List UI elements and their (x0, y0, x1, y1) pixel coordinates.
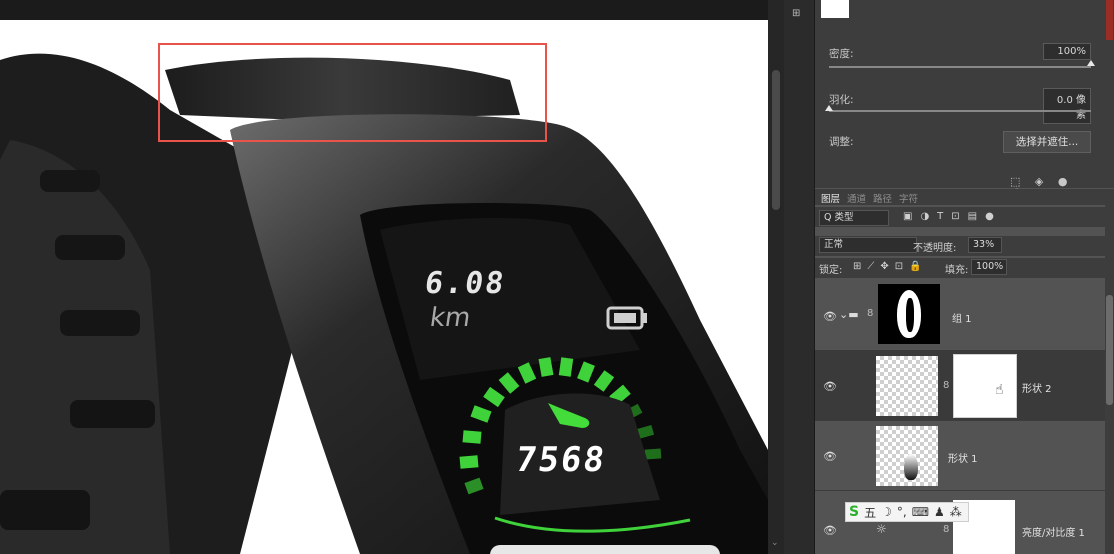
tab-character[interactable]: 字符 (899, 191, 918, 205)
eye-icon[interactable]: 👁 (823, 310, 837, 323)
apply-mask-icon[interactable]: ◈ (1035, 175, 1043, 188)
link-icon: 8 (943, 524, 950, 535)
properties-scrollbar[interactable] (1105, 0, 1114, 188)
screen-steps: 7568 (513, 440, 609, 480)
layers-scrollbar[interactable] (1105, 205, 1114, 554)
eye-icon[interactable]: 👁 (823, 450, 837, 463)
folder-icon[interactable]: ⌄▬ (839, 308, 859, 321)
feather-value[interactable]: 0.0 像素 (1043, 88, 1091, 124)
punctuation-icon[interactable]: °, (897, 505, 907, 519)
select-and-mask-button[interactable]: 选择并遮住... (1003, 131, 1091, 153)
lock-label: 锁定: (819, 265, 843, 276)
user-icon[interactable]: ♟ (934, 505, 945, 519)
density-slider[interactable] (829, 66, 1091, 68)
layer-row-shape-2[interactable]: 👁 8 ☝ 形状 2 (815, 350, 1105, 421)
history-icon[interactable]: ⊞ (792, 8, 806, 22)
layers-tabs: 图层 通道 路径 字符 (815, 189, 1114, 205)
layer-thumbnail (876, 426, 938, 486)
layer-row-brightness-contrast[interactable]: 👁 ☼ 8 亮度/对比度 1 (815, 490, 1105, 554)
opacity-value[interactable]: 33% (968, 237, 1002, 253)
scroll-down-arrow[interactable]: ⌄ (771, 538, 779, 548)
canvas-scrollbar[interactable]: ⌄ (768, 0, 784, 554)
mask-thumbnail (821, 0, 849, 18)
layer-name[interactable]: 形状 2 (1022, 380, 1052, 395)
fill-label: 填充: (945, 265, 969, 276)
keyboard-icon[interactable]: ⌨ (912, 505, 929, 519)
layers-scroll-thumb[interactable] (1106, 295, 1113, 405)
selection-highlight (158, 43, 547, 142)
right-panel: 密度: 100% 羽化: 0.0 像素 调整: 选择并遮住... ⬚ ◈ ● 🗑… (815, 0, 1114, 554)
layer-row-group[interactable]: 👁 ⌄▬ 8 组 1 (815, 280, 1105, 351)
tab-channels[interactable]: 通道 (847, 191, 866, 205)
layer-thumbnail (876, 356, 938, 416)
layer-name[interactable]: 组 1 (952, 310, 972, 325)
layer-name[interactable]: 形状 1 (948, 450, 978, 465)
properties-scroll-thumb[interactable] (1106, 0, 1113, 40)
density-value[interactable]: 100% (1043, 43, 1091, 60)
layer-row-shape-1[interactable]: 👁 形状 1 (815, 420, 1105, 491)
density-label: 密度: (829, 48, 854, 60)
layer-mask-thumbnail (953, 354, 1017, 418)
ime-logo[interactable]: S (849, 504, 859, 520)
screen-unit: km (427, 303, 473, 333)
blend-opacity-row: 正常 不透明度: 33% (815, 236, 1105, 256)
fill-value[interactable]: 100% (971, 259, 1007, 275)
canvas-top-bar (0, 0, 768, 20)
ime-mode[interactable]: 五 (864, 504, 876, 521)
opacity-label: 不透明度: (913, 243, 957, 254)
panel-dock-strip: ⊞ (784, 0, 815, 554)
density-slider-knob[interactable] (1087, 60, 1095, 66)
eye-icon[interactable]: 👁 (823, 380, 837, 393)
blend-mode-select[interactable]: 正常 (819, 237, 917, 253)
tab-layers[interactable]: 图层 (821, 191, 840, 205)
sun-icon: ☼ (876, 522, 887, 536)
load-selection-icon[interactable]: ⬚ (1010, 175, 1020, 188)
filter-kind-select[interactable]: Q 类型 (819, 210, 889, 226)
group-mask-thumbnail (878, 284, 940, 344)
tab-paths[interactable]: 路径 (873, 191, 892, 205)
lock-fill-row: 锁定: ⊞⟋✥⊡🔒 填充: 100% (815, 258, 1105, 278)
adjust-label: 调整: (829, 136, 854, 148)
canvas-scroll-thumb[interactable] (772, 70, 780, 210)
visibility-icon[interactable]: ● (1058, 175, 1068, 188)
layer-filter-row: Q 类型 ▣◑T⊡▤● (815, 207, 1105, 227)
filter-icons[interactable]: ▣◑T⊡▤● (903, 211, 1002, 222)
eye-icon[interactable]: 👁 (823, 524, 837, 537)
properties-panel: 密度: 100% 羽化: 0.0 像素 调整: 选择并遮住... ⬚ ◈ ● 🗑 (815, 0, 1105, 201)
document-canvas[interactable]: 6.08 km 7568 (0, 0, 768, 554)
link-icon: 8 (867, 308, 874, 319)
ime-toolbar[interactable]: S 五 ☽ °, ⌨ ♟ ⁂ (845, 502, 969, 522)
feather-slider[interactable] (829, 110, 1091, 112)
layer-name[interactable]: 亮度/对比度 1 (1022, 524, 1085, 539)
screen-distance: 6.08 (422, 266, 508, 301)
lock-icons[interactable]: ⊞⟋✥⊡🔒 (853, 261, 928, 272)
grid-icon[interactable]: ⁂ (950, 505, 962, 519)
hand-cursor-icon: ☝ (995, 382, 1004, 398)
link-icon: 8 (943, 380, 950, 391)
moon-icon[interactable]: ☽ (881, 505, 892, 519)
feather-slider-knob[interactable] (825, 105, 833, 111)
